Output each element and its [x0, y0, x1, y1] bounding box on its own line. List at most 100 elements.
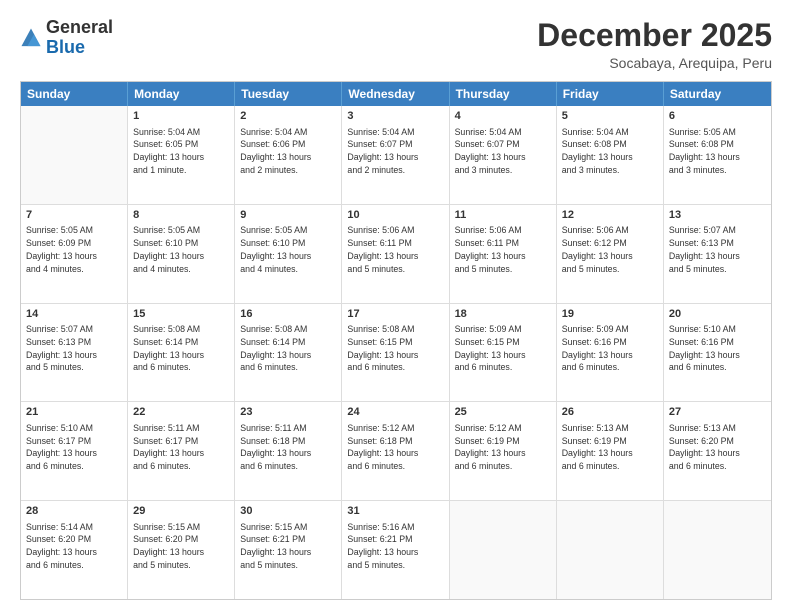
cell-info: Sunrise: 5:14 AM Sunset: 6:20 PM Dayligh…: [26, 521, 122, 572]
day-number: 12: [562, 208, 658, 223]
calendar-body: 1 Sunrise: 5:04 AM Sunset: 6:05 PM Daylig…: [21, 106, 771, 599]
calendar-row-4: 21 Sunrise: 5:10 AM Sunset: 6:17 PM Dayli…: [21, 402, 771, 501]
cell-info: Sunrise: 5:12 AM Sunset: 6:19 PM Dayligh…: [455, 422, 551, 473]
day-number: 26: [562, 405, 658, 420]
logo-general-text: General: [46, 17, 113, 37]
day-number: 24: [347, 405, 443, 420]
header-day-monday: Monday: [128, 82, 235, 106]
cell-info: Sunrise: 5:09 AM Sunset: 6:16 PM Dayligh…: [562, 323, 658, 374]
day-number: 20: [669, 307, 766, 322]
day-number: 7: [26, 208, 122, 223]
calendar-cell: 28 Sunrise: 5:14 AM Sunset: 6:20 PM Dayli…: [21, 501, 128, 599]
cell-info: Sunrise: 5:11 AM Sunset: 6:18 PM Dayligh…: [240, 422, 336, 473]
calendar-cell: 19Sunrise: 5:09 AM Sunset: 6:16 PM Dayli…: [557, 304, 664, 402]
cell-info: Sunrise: 5:06 AM Sunset: 6:12 PM Dayligh…: [562, 224, 658, 275]
cell-info: Sunrise: 5:13 AM Sunset: 6:19 PM Dayligh…: [562, 422, 658, 473]
cell-info: Sunrise: 5:15 AM Sunset: 6:21 PM Dayligh…: [240, 521, 336, 572]
calendar-cell: 25Sunrise: 5:12 AM Sunset: 6:19 PM Dayli…: [450, 402, 557, 500]
cell-info: Sunrise: 5:04 AM Sunset: 6:06 PM Dayligh…: [240, 126, 336, 177]
calendar-cell: 3 Sunrise: 5:04 AM Sunset: 6:07 PM Daylig…: [342, 106, 449, 204]
cell-info: Sunrise: 5:10 AM Sunset: 6:17 PM Dayligh…: [26, 422, 122, 473]
calendar-cell: 4 Sunrise: 5:04 AM Sunset: 6:07 PM Daylig…: [450, 106, 557, 204]
calendar-row-1: 1 Sunrise: 5:04 AM Sunset: 6:05 PM Daylig…: [21, 106, 771, 205]
day-number: 9: [240, 208, 336, 223]
cell-info: Sunrise: 5:07 AM Sunset: 6:13 PM Dayligh…: [26, 323, 122, 374]
day-number: 30: [240, 504, 336, 519]
day-number: 15: [133, 307, 229, 322]
cell-info: Sunrise: 5:05 AM Sunset: 6:10 PM Dayligh…: [240, 224, 336, 275]
calendar-row-2: 7Sunrise: 5:05 AM Sunset: 6:09 PM Daylig…: [21, 205, 771, 304]
calendar-cell: 31Sunrise: 5:16 AM Sunset: 6:21 PM Dayli…: [342, 501, 449, 599]
day-number: 18: [455, 307, 551, 322]
calendar-cell: 29 Sunrise: 5:15 AM Sunset: 6:20 PM Dayli…: [128, 501, 235, 599]
cell-info: Sunrise: 5:05 AM Sunset: 6:08 PM Dayligh…: [669, 126, 766, 177]
cell-info: Sunrise: 5:08 AM Sunset: 6:14 PM Dayligh…: [133, 323, 229, 374]
calendar-cell: 13Sunrise: 5:07 AM Sunset: 6:13 PM Dayli…: [664, 205, 771, 303]
day-number: 27: [669, 405, 766, 420]
day-number: 6: [669, 109, 766, 124]
calendar-cell: 7Sunrise: 5:05 AM Sunset: 6:09 PM Daylig…: [21, 205, 128, 303]
calendar: SundayMondayTuesdayWednesdayThursdayFrid…: [20, 81, 772, 600]
page: General Blue December 2025 Socabaya, Are…: [0, 0, 792, 612]
day-number: 13: [669, 208, 766, 223]
cell-info: Sunrise: 5:15 AM Sunset: 6:20 PM Dayligh…: [133, 521, 229, 572]
calendar-cell: 14Sunrise: 5:07 AM Sunset: 6:13 PM Dayli…: [21, 304, 128, 402]
header-day-thursday: Thursday: [450, 82, 557, 106]
day-number: 31: [347, 504, 443, 519]
logo-blue-text: Blue: [46, 37, 85, 57]
header-day-tuesday: Tuesday: [235, 82, 342, 106]
calendar-cell: 2 Sunrise: 5:04 AM Sunset: 6:06 PM Daylig…: [235, 106, 342, 204]
day-number: 1: [133, 109, 229, 124]
calendar-cell: 5Sunrise: 5:04 AM Sunset: 6:08 PM Daylig…: [557, 106, 664, 204]
cell-info: Sunrise: 5:04 AM Sunset: 6:07 PM Dayligh…: [347, 126, 443, 177]
calendar-cell: 27 Sunrise: 5:13 AM Sunset: 6:20 PM Dayli…: [664, 402, 771, 500]
calendar-cell: 24Sunrise: 5:12 AM Sunset: 6:18 PM Dayli…: [342, 402, 449, 500]
header-day-wednesday: Wednesday: [342, 82, 449, 106]
day-number: 11: [455, 208, 551, 223]
calendar-row-3: 14Sunrise: 5:07 AM Sunset: 6:13 PM Dayli…: [21, 304, 771, 403]
cell-info: Sunrise: 5:08 AM Sunset: 6:15 PM Dayligh…: [347, 323, 443, 374]
calendar-cell: [450, 501, 557, 599]
day-number: 8: [133, 208, 229, 223]
title-block: December 2025 Socabaya, Arequipa, Peru: [537, 18, 772, 71]
cell-info: Sunrise: 5:11 AM Sunset: 6:17 PM Dayligh…: [133, 422, 229, 473]
calendar-cell: [664, 501, 771, 599]
day-number: 14: [26, 307, 122, 322]
day-number: 23: [240, 405, 336, 420]
cell-info: Sunrise: 5:05 AM Sunset: 6:09 PM Dayligh…: [26, 224, 122, 275]
calendar-cell: 30 Sunrise: 5:15 AM Sunset: 6:21 PM Dayli…: [235, 501, 342, 599]
day-number: 28: [26, 504, 122, 519]
day-number: 29: [133, 504, 229, 519]
day-number: 2: [240, 109, 336, 124]
cell-info: Sunrise: 5:04 AM Sunset: 6:07 PM Dayligh…: [455, 126, 551, 177]
day-number: 3: [347, 109, 443, 124]
cell-info: Sunrise: 5:07 AM Sunset: 6:13 PM Dayligh…: [669, 224, 766, 275]
header: General Blue December 2025 Socabaya, Are…: [20, 18, 772, 71]
calendar-cell: 22 Sunrise: 5:11 AM Sunset: 6:17 PM Dayli…: [128, 402, 235, 500]
day-number: 19: [562, 307, 658, 322]
calendar-cell: 20Sunrise: 5:10 AM Sunset: 6:16 PM Dayli…: [664, 304, 771, 402]
day-number: 10: [347, 208, 443, 223]
calendar-cell: 1 Sunrise: 5:04 AM Sunset: 6:05 PM Daylig…: [128, 106, 235, 204]
calendar-cell: 11Sunrise: 5:06 AM Sunset: 6:11 PM Dayli…: [450, 205, 557, 303]
month-year: December 2025: [537, 18, 772, 53]
day-number: 21: [26, 405, 122, 420]
calendar-cell: 9Sunrise: 5:05 AM Sunset: 6:10 PM Daylig…: [235, 205, 342, 303]
cell-info: Sunrise: 5:09 AM Sunset: 6:15 PM Dayligh…: [455, 323, 551, 374]
day-number: 17: [347, 307, 443, 322]
calendar-cell: [21, 106, 128, 204]
cell-info: Sunrise: 5:13 AM Sunset: 6:20 PM Dayligh…: [669, 422, 766, 473]
calendar-cell: 10Sunrise: 5:06 AM Sunset: 6:11 PM Dayli…: [342, 205, 449, 303]
calendar-cell: 6 Sunrise: 5:05 AM Sunset: 6:08 PM Daylig…: [664, 106, 771, 204]
calendar-cell: 23 Sunrise: 5:11 AM Sunset: 6:18 PM Dayli…: [235, 402, 342, 500]
calendar-header: SundayMondayTuesdayWednesdayThursdayFrid…: [21, 82, 771, 106]
day-number: 16: [240, 307, 336, 322]
calendar-cell: 17Sunrise: 5:08 AM Sunset: 6:15 PM Dayli…: [342, 304, 449, 402]
day-number: 4: [455, 109, 551, 124]
header-day-friday: Friday: [557, 82, 664, 106]
cell-info: Sunrise: 5:06 AM Sunset: 6:11 PM Dayligh…: [455, 224, 551, 275]
calendar-cell: [557, 501, 664, 599]
cell-info: Sunrise: 5:04 AM Sunset: 6:05 PM Dayligh…: [133, 126, 229, 177]
day-number: 22: [133, 405, 229, 420]
calendar-cell: 16Sunrise: 5:08 AM Sunset: 6:14 PM Dayli…: [235, 304, 342, 402]
